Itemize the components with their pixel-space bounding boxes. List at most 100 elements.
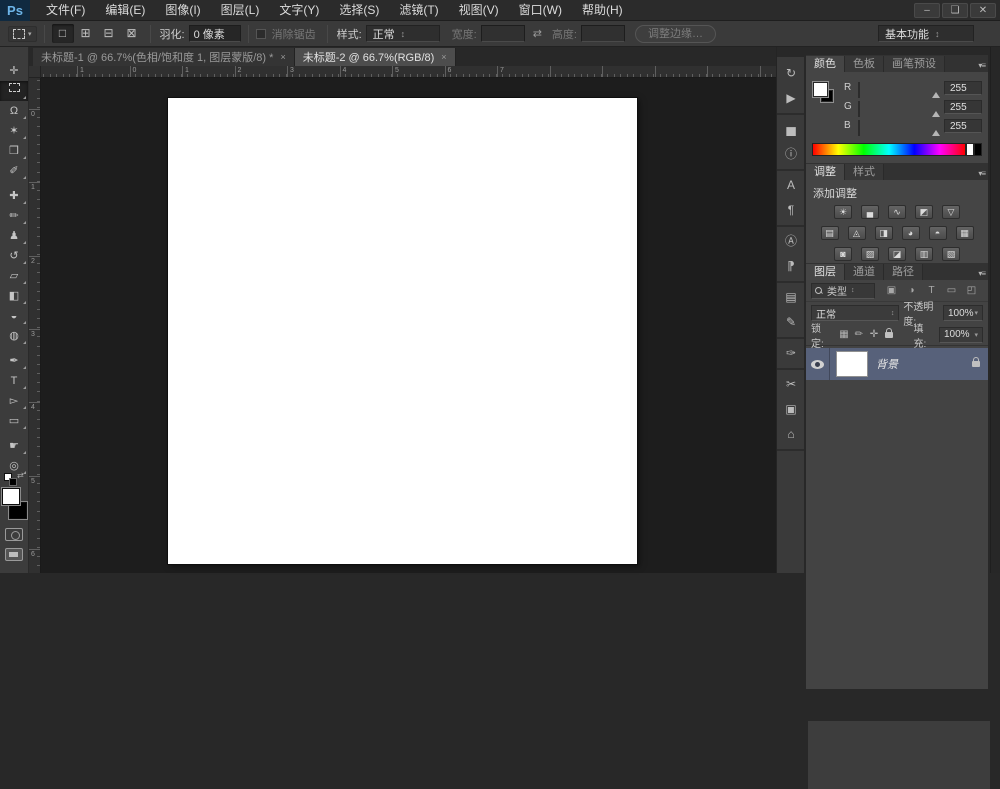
close-tab-icon[interactable]: × [441,52,446,62]
dodge-tool[interactable]: ◍ [0,326,28,346]
layer-comps-icon[interactable]: ▤ [777,285,805,310]
brush-tool[interactable]: ✏ [0,206,28,226]
color-balance-icon[interactable]: ◬ [848,226,866,240]
minimize-button[interactable]: – [914,3,940,18]
selective-color-icon[interactable]: ▧ [942,247,960,261]
quick-mask-button[interactable] [5,528,23,541]
menu-item-2[interactable]: 图像(I) [155,0,210,21]
photo-filter-icon[interactable]: ◕ [902,226,920,240]
posterize-icon[interactable]: ▨ [861,247,879,261]
menu-item-6[interactable]: 滤镜(T) [389,0,448,21]
white-swatch[interactable] [966,143,974,156]
close-tab-icon[interactable]: × [280,52,285,62]
channel-value-input[interactable] [944,81,982,95]
spot-healing-brush-tool[interactable]: ✚ [0,186,28,206]
foreground-color-swatch[interactable] [813,82,828,97]
menu-item-4[interactable]: 文字(Y) [269,0,329,21]
clone-source-icon[interactable]: ✂ [777,372,805,397]
threshold-icon[interactable]: ◪ [888,247,906,261]
histogram-icon[interactable]: ▅ [777,117,805,142]
move-tool[interactable]: ✛ [0,61,28,81]
quick-selection-tool[interactable]: ✶ [0,121,28,141]
brightness-contrast-icon[interactable]: ☀ [834,205,852,219]
layers-tab-0[interactable]: 图层 [806,264,845,280]
info-icon[interactable]: ⓘ [777,142,805,167]
visibility-toggle[interactable] [806,348,830,380]
fill-combo[interactable]: 100% ▾ [939,327,983,343]
filter-type-icon[interactable]: T [923,283,940,299]
rectangular-marquee-tool[interactable] [0,81,28,101]
paragraph-styles-icon[interactable]: ⁋ [777,254,805,279]
layer-filter-combo[interactable]: 类型 ↕ [811,283,875,299]
color-tab-1[interactable]: 色板 [845,56,884,72]
black-white-icon[interactable]: ◨ [875,226,893,240]
spectrum-ramp[interactable] [812,143,982,156]
restore-button[interactable]: ❏ [942,3,968,18]
filter-smart-object-icon[interactable]: ◰ [963,283,980,299]
swap-colors-icon[interactable]: ⇄ [17,471,24,480]
opacity-combo[interactable]: 100% ▾ [943,305,983,321]
channel-value-input[interactable] [944,119,982,133]
slider-marker-icon[interactable] [932,130,940,136]
slider-marker-icon[interactable] [932,111,940,117]
adjustments-tab-1[interactable]: 样式 [845,164,884,180]
height-input[interactable] [581,25,625,42]
notes-icon[interactable]: ✎ [777,310,805,335]
subtract-from-selection-icon[interactable]: ⊟ [98,24,120,43]
curves-icon[interactable]: ∿ [888,205,906,219]
menu-item-8[interactable]: 窗口(W) [509,0,572,21]
levels-icon[interactable]: ▄ [861,205,879,219]
intersect-selection-icon[interactable]: ⊠ [121,24,143,43]
channel-slider-B[interactable] [858,121,939,130]
lock-transparent-icon[interactable]: ▦ [837,329,852,340]
history-icon[interactable]: ↻ [777,61,805,86]
layer-row[interactable]: 背景 [806,348,988,380]
rectangle-tool[interactable]: ▭ [0,411,28,431]
menu-item-7[interactable]: 视图(V) [449,0,509,21]
eyedropper-tool[interactable]: ✐ [0,161,28,181]
filter-pixel-icon[interactable]: ▣ [883,283,900,299]
character-styles-icon[interactable]: Ⓐ [777,229,805,254]
menu-item-5[interactable]: 选择(S) [329,0,389,21]
vibrance-icon[interactable]: ▽ [942,205,960,219]
new-selection-icon[interactable]: □ [52,24,74,43]
channel-value-input[interactable] [944,100,982,114]
antialias-checkbox[interactable] [256,29,266,39]
channel-slider-R[interactable] [858,83,939,92]
hand-tool[interactable]: ☛ [0,436,28,456]
refine-edge-button[interactable]: 调整边缘… [635,25,716,43]
eraser-tool[interactable]: ▱ [0,266,28,286]
color-lookup-icon[interactable]: ▦ [956,226,974,240]
timeline-icon[interactable]: ⌂ [777,422,805,447]
character-icon[interactable]: A [777,173,805,198]
lock-position-icon[interactable]: ✛ [867,329,882,340]
swap-dimensions-icon[interactable]: ⇄ [533,27,542,40]
workspace-combo[interactable]: 基本功能 ↕ [878,25,974,42]
paragraph-icon[interactable]: ¶ [777,198,805,223]
slider-marker-icon[interactable] [932,92,940,98]
color-spectrum[interactable] [812,143,966,156]
clone-stamp-tool[interactable]: ♟ [0,226,28,246]
history-brush-tool[interactable]: ↺ [0,246,28,266]
feather-input[interactable] [189,25,241,42]
foreground-color-swatch[interactable] [2,488,20,505]
path-selection-tool[interactable]: ▻ [0,391,28,411]
invert-icon[interactable]: ◙ [834,247,852,261]
type-tool[interactable]: T [0,371,28,391]
panel-menu-icon[interactable]: ▾≡ [978,61,985,70]
color-tab-2[interactable]: 画笔预设 [884,56,945,72]
filter-adjustment-icon[interactable]: ◑ [903,283,920,299]
document-canvas[interactable] [168,98,637,564]
width-input[interactable] [481,25,525,42]
pen-tool[interactable]: ✒ [0,351,28,371]
panel-menu-icon[interactable]: ▾≡ [978,269,985,278]
horizontal-ruler[interactable]: 101234567 [41,66,776,78]
frame-icon[interactable]: ▣ [777,397,805,422]
document-tab-2[interactable]: 未标题-2 @ 66.7%(RGB/8)× [295,48,456,66]
menu-item-9[interactable]: 帮助(H) [572,0,633,21]
vertical-ruler[interactable]: 0123456 [29,78,41,573]
menu-item-1[interactable]: 编辑(E) [95,0,155,21]
screen-mode-button[interactable] [5,548,23,561]
filter-shape-icon[interactable]: ▭ [943,283,960,299]
tool-presets-icon[interactable]: ✑ [777,341,805,366]
